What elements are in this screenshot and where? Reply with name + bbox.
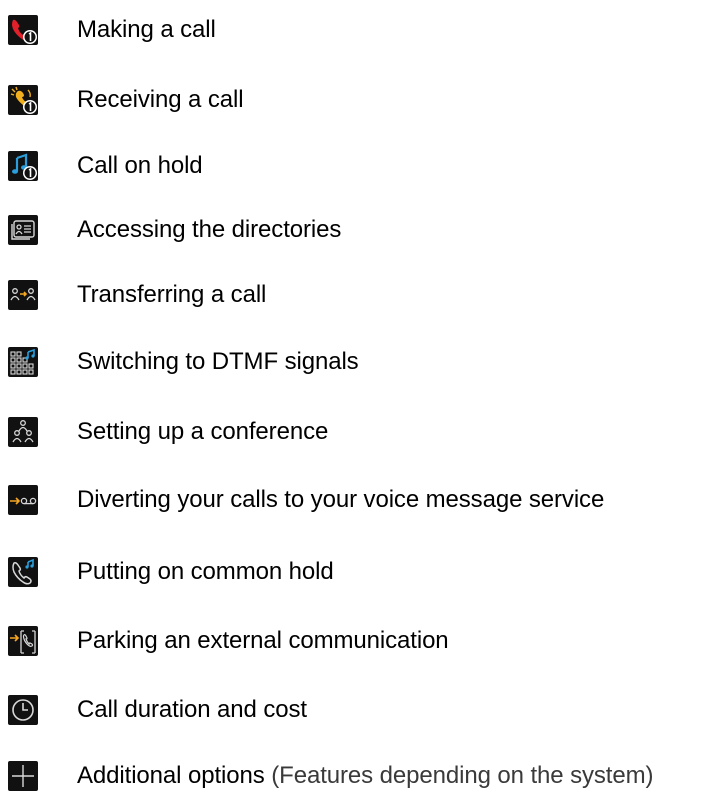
conference-users-icon xyxy=(8,417,38,447)
list-item-call-on-hold: Call on hold xyxy=(8,148,203,184)
item-label: Diverting your calls to your voice messa… xyxy=(77,486,605,513)
item-label: Call on hold xyxy=(77,152,203,179)
icon-legend-list: Making a call Receiving a call Call on h… xyxy=(0,0,726,796)
item-label-main: Additional options xyxy=(77,762,265,789)
list-item-diverting-to-voicemail: Diverting your calls to your voice messa… xyxy=(8,482,604,518)
plus-icon xyxy=(8,761,38,791)
list-item-receiving-a-call: Receiving a call xyxy=(8,82,244,118)
list-item-setting-up-conference: Setting up a conference xyxy=(8,414,328,450)
item-label: Transferring a call xyxy=(77,281,267,308)
list-item-switching-dtmf: Switching to DTMF signals xyxy=(8,344,359,380)
divert-voicemail-icon xyxy=(8,485,38,515)
phone-music-icon xyxy=(8,557,38,587)
item-label: Setting up a conference xyxy=(77,418,329,445)
list-item-call-duration: Call duration and cost xyxy=(8,692,307,728)
item-label-note: (Features depending on the system) xyxy=(271,762,654,789)
ringing-phone-badge-icon xyxy=(8,85,38,115)
item-label: Putting on common hold xyxy=(77,558,334,585)
list-item-additional-options: Additional options (Features depending o… xyxy=(8,758,654,794)
item-label: Call duration and cost xyxy=(77,696,307,723)
list-item-making-a-call: Making a call xyxy=(8,12,216,48)
item-label: Switching to DTMF signals xyxy=(77,348,359,375)
item-label: Accessing the directories xyxy=(77,216,342,243)
directory-card-icon xyxy=(8,215,38,245)
item-label: Receiving a call xyxy=(77,86,244,113)
park-call-icon xyxy=(8,626,38,656)
list-item-common-hold: Putting on common hold xyxy=(8,554,334,590)
music-note-badge-icon xyxy=(8,151,38,181)
item-label: Making a call xyxy=(77,16,216,43)
keypad-music-icon xyxy=(8,347,38,377)
transfer-users-icon xyxy=(8,280,38,310)
list-item-accessing-directories: Accessing the directories xyxy=(8,212,341,248)
list-item-transferring-a-call: Transferring a call xyxy=(8,277,266,313)
item-label: Additional options (Features depending o… xyxy=(77,762,654,790)
clock-icon xyxy=(8,695,38,725)
phone-handset-badge-icon xyxy=(8,15,38,45)
list-item-parking-communication: Parking an external communication xyxy=(8,623,449,659)
item-label: Parking an external communication xyxy=(77,627,449,654)
